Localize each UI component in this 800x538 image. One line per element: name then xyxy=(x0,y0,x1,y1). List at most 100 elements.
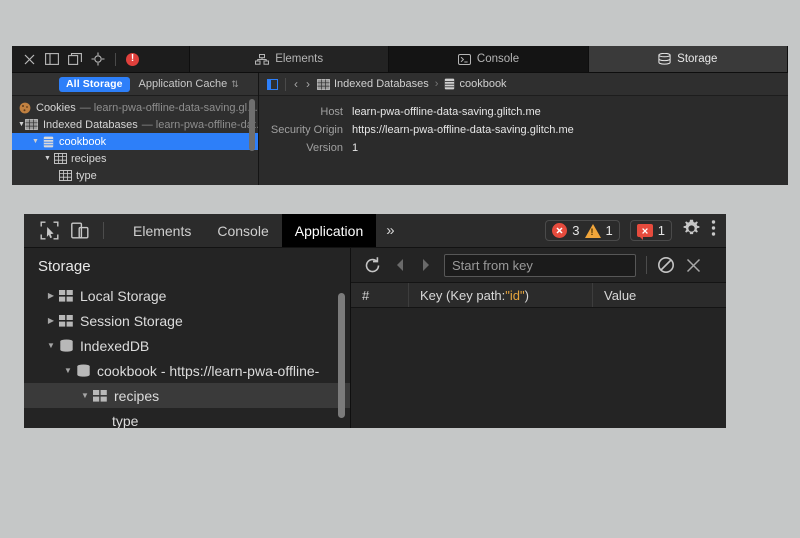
expand-arrow-icon[interactable]: ▶ xyxy=(44,316,58,325)
gear-icon[interactable] xyxy=(682,219,701,243)
toolbar-divider xyxy=(103,222,104,239)
table-grid-icon xyxy=(58,314,75,328)
sidebar-item-session-storage-label: Session Storage xyxy=(80,313,183,329)
issues-message-group[interactable]: 1 xyxy=(630,220,672,241)
tab-application[interactable]: Application xyxy=(282,214,377,247)
detail-row-host: Host learn-pwa-offline-data-saving.glitc… xyxy=(259,106,788,118)
more-tabs-button[interactable]: » xyxy=(376,222,404,239)
expand-arrow-icon[interactable]: ▶ xyxy=(44,291,58,300)
breadcrumb-separator: › xyxy=(435,78,439,90)
node-select-icon[interactable] xyxy=(91,52,105,66)
sidebar-item-indexeddb[interactable]: ▼ IndexedDB xyxy=(24,333,350,358)
close-icon[interactable] xyxy=(22,52,36,66)
sidebar-item-session-storage[interactable]: ▶ Session Storage xyxy=(24,308,350,333)
kebab-menu-icon[interactable] xyxy=(711,219,716,242)
sidebar-item-local-storage[interactable]: ▶ Local Storage xyxy=(24,283,350,308)
breadcrumb-item-indexed-databases[interactable]: Indexed Databases xyxy=(317,78,429,90)
object-store-toolbar: Start from key xyxy=(351,248,726,283)
error-count: 3 xyxy=(572,223,579,238)
start-from-key-input[interactable]: Start from key xyxy=(444,254,636,277)
sidebar-item-local-storage-label: Local Storage xyxy=(80,288,166,304)
delete-selected-icon[interactable] xyxy=(685,257,702,274)
tab-console[interactable]: Console xyxy=(204,214,281,247)
collapse-arrow-icon[interactable]: ▼ xyxy=(61,366,75,375)
sidebar-heading-storage: Storage xyxy=(24,248,350,283)
warning-count: 1 xyxy=(606,223,613,238)
detail-row-version: Version 1 xyxy=(259,142,788,154)
table-icon xyxy=(58,169,72,182)
column-header-key-prefix: Key (Key path: xyxy=(420,288,505,303)
tree-item-cookies-label: Cookies xyxy=(36,102,76,114)
tree-item-cookbook-label: cookbook xyxy=(59,136,106,148)
tab-elements[interactable]: Elements xyxy=(120,214,204,247)
error-badge-icon[interactable]: ! xyxy=(126,53,139,66)
twisty[interactable]: ▼ xyxy=(30,138,41,145)
database-icon xyxy=(58,339,75,353)
error-icon xyxy=(552,223,567,238)
tab-application-label: Application xyxy=(295,223,364,239)
safari-tab-elements[interactable]: Elements xyxy=(190,46,389,72)
collapse-arrow-icon[interactable]: ▼ xyxy=(78,391,92,400)
tree-item-recipes-label: recipes xyxy=(71,153,106,165)
tree-item-indexed-databases-label: Indexed Databases xyxy=(43,119,138,131)
tabs-icon[interactable] xyxy=(68,52,82,66)
sidebar-item-recipes-label: recipes xyxy=(114,388,159,404)
column-header-value[interactable]: Value xyxy=(593,283,726,307)
sidebar-item-type[interactable]: type xyxy=(24,408,350,428)
tree-item-indexed-databases[interactable]: ▼ Indexed Databases — learn-pwa-offline-… xyxy=(12,116,258,133)
collapse-arrow-icon[interactable]: ▼ xyxy=(44,341,58,350)
column-header-key[interactable]: Key (Key path: "id") xyxy=(409,283,593,307)
all-storage-button[interactable]: All Storage xyxy=(59,77,130,92)
screenshot-root: ! Elements Console Storage All Storage xyxy=(0,0,800,538)
tree-item-cookies[interactable]: Cookies — learn-pwa-offline-data-saving.… xyxy=(12,99,258,116)
devtools-tabbar: Elements Console Application » 3 1 xyxy=(24,214,726,248)
toolbar-divider xyxy=(646,256,647,274)
detail-value-host: learn-pwa-offline-data-saving.glitch.me xyxy=(352,106,541,118)
split-panel-icon[interactable] xyxy=(45,52,59,66)
issues-counter-group[interactable]: 3 1 xyxy=(545,220,619,241)
database-detail-fields: Host learn-pwa-offline-data-saving.glitc… xyxy=(259,96,788,154)
tree-item-type[interactable]: type xyxy=(12,167,258,184)
sidebar-item-recipes[interactable]: ▼ recipes xyxy=(24,383,350,408)
table-grid-icon xyxy=(92,389,109,403)
safari-web-inspector-panel: ! Elements Console Storage All Storage xyxy=(12,46,788,185)
clear-object-store-icon[interactable] xyxy=(657,256,675,274)
column-header-key-path: "id" xyxy=(505,288,524,303)
application-cache-select[interactable]: Application Cache ⇅ xyxy=(139,78,239,90)
detail-label-security-origin: Security Origin xyxy=(259,124,352,136)
warning-icon xyxy=(585,224,601,238)
application-sidebar-scrollbar[interactable] xyxy=(338,293,345,418)
devtools-toolbar-buttons xyxy=(24,221,120,240)
breadcrumb-item-cookbook[interactable]: cookbook xyxy=(444,78,506,90)
tree-item-type-label: type xyxy=(76,170,97,182)
object-store-pane: Start from key # Key (Key path: "id") xyxy=(351,248,726,428)
breadcrumb-item-cookbook-label: cookbook xyxy=(459,78,506,90)
sidebar-scrollbar[interactable] xyxy=(249,99,255,151)
sidebar-item-cookbook-db[interactable]: ▼ cookbook - https://learn-pwa-offline- xyxy=(24,358,350,383)
column-header-number[interactable]: # xyxy=(351,283,409,307)
sidebar-item-indexeddb-label: IndexedDB xyxy=(80,338,149,354)
previous-page-icon[interactable] xyxy=(392,257,408,273)
twisty[interactable]: ▼ xyxy=(42,155,53,162)
tree-item-recipes[interactable]: ▼ recipes xyxy=(12,150,258,167)
chrome-devtools-panel: Elements Console Application » 3 1 xyxy=(24,214,726,428)
sidebar-item-cookbook-db-label: cookbook - https://learn-pwa-offline- xyxy=(97,363,319,379)
devtools-body: Storage ▶ Local Storage ▶ Session Storag… xyxy=(24,248,726,428)
twisty[interactable]: ▼ xyxy=(18,121,25,128)
safari-toolbar: ! Elements Console Storage xyxy=(12,46,788,73)
safari-tab-storage-label: Storage xyxy=(677,53,717,65)
tree-item-cookies-suffix: — learn-pwa-offline-data-saving.gl… xyxy=(80,102,258,114)
nav-forward-button[interactable]: › xyxy=(305,77,311,91)
safari-tab-elements-label: Elements xyxy=(275,53,323,65)
safari-tab-storage[interactable]: Storage xyxy=(589,46,788,72)
safari-tab-console[interactable]: Console xyxy=(389,46,588,72)
refresh-icon[interactable] xyxy=(363,256,382,275)
nav-back-button[interactable]: ‹ xyxy=(293,77,299,91)
tree-item-cookbook[interactable]: ▼ cookbook xyxy=(12,133,258,150)
toggle-sidebar-icon[interactable] xyxy=(267,79,278,90)
inspect-element-icon[interactable] xyxy=(40,221,59,240)
grid-icon xyxy=(317,79,330,90)
next-page-icon[interactable] xyxy=(418,257,434,273)
safari-storage-filterbar: All Storage Application Cache ⇅ xyxy=(12,73,258,96)
device-toolbar-icon[interactable] xyxy=(71,221,89,240)
